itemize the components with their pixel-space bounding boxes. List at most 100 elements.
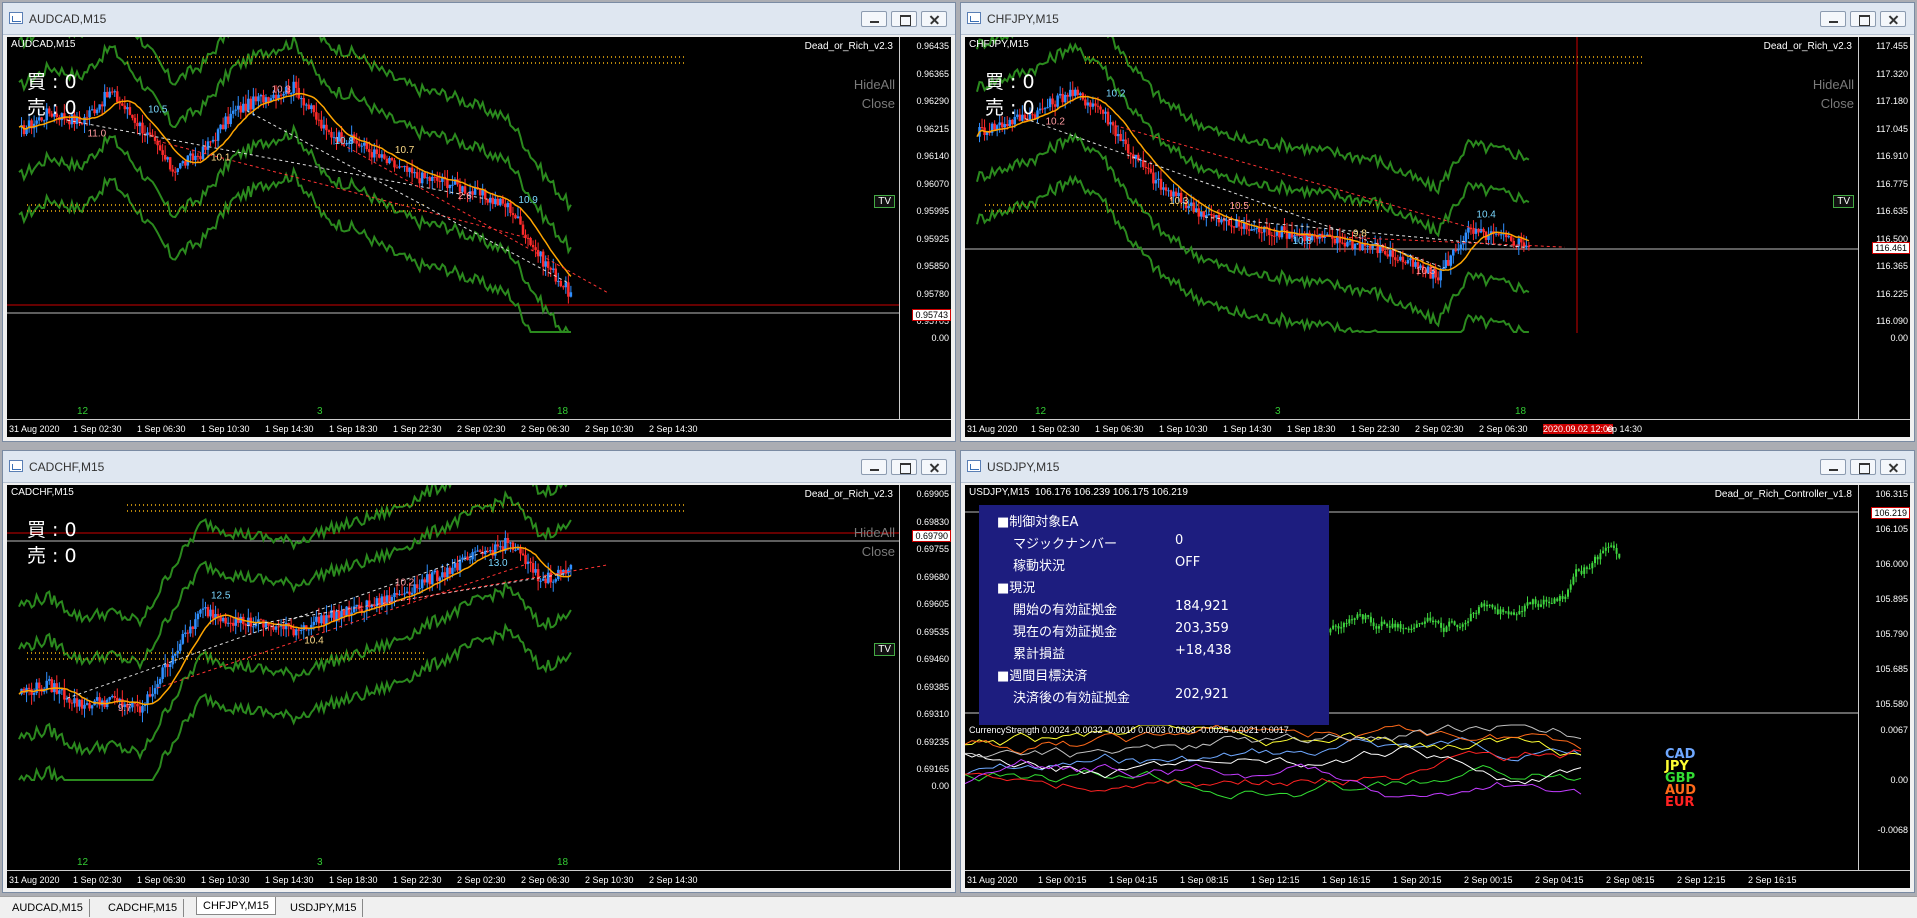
candle-body	[211, 139, 215, 142]
close-trade-button[interactable]: Close	[854, 542, 895, 561]
time-axis: 31 Aug 2020 1 Sep 00:15 1 Sep 04:15 1 Sep 0…	[965, 870, 1910, 888]
price-tick: 0.69905	[916, 489, 949, 499]
candle-body	[1436, 277, 1440, 281]
maximize-button[interactable]	[1850, 459, 1876, 475]
price-tick: 0.95780	[916, 288, 949, 299]
trade-link-line	[336, 141, 608, 293]
currency-strength-line	[965, 737, 1582, 776]
time-tick: 1 Sep 14:30	[265, 875, 314, 885]
maximize-button[interactable]	[891, 11, 917, 27]
price-tick: 0.96215	[916, 123, 949, 134]
candle-body	[383, 154, 386, 159]
currency-strength-line	[965, 744, 1582, 785]
sell-count: 売 : 0	[27, 97, 77, 119]
hideall-button[interactable]: HideAll	[854, 75, 895, 94]
current-price-marker: 0.69790	[912, 530, 951, 542]
candle-body	[998, 122, 1001, 126]
candle-body	[360, 145, 363, 147]
price-chart[interactable]: 9.7 12.5 10.4 10.2 13.0 CADCHF,M15 Dead_or_R…	[7, 485, 951, 888]
price-tick: 105.685	[1875, 664, 1908, 674]
candle-body	[1364, 615, 1367, 620]
time-tick: 2 Sep 16:15	[1748, 875, 1797, 885]
chart-window-audcad[interactable]: AUDCAD,M15 11.0 10.5 10.1 10.3 10.8 10.7 2.6 10…	[2, 2, 956, 442]
time-tick: 1 Sep 02:30	[73, 875, 122, 885]
chart-window-usdjpy[interactable]: USDJPY,M15 USDJPY,M15 106.176 106.239 10…	[960, 450, 1915, 893]
time-tick: 2 Sep 02:30	[457, 424, 506, 434]
window-titlebar[interactable]: USDJPY,M15	[961, 451, 1914, 483]
minimize-button[interactable]	[861, 11, 887, 27]
close-button[interactable]	[921, 459, 947, 475]
close-button[interactable]	[921, 11, 947, 27]
chart-symbol-label: CADCHF,M15	[11, 487, 74, 498]
close-button[interactable]	[1880, 459, 1906, 475]
tab-chfjpy[interactable]: CHFJPY,M15	[196, 897, 276, 915]
tv-button[interactable]: TV	[874, 195, 895, 208]
price-tick: 106.000	[1875, 559, 1908, 569]
price-tick: 105.895	[1875, 594, 1908, 604]
tab-audcad[interactable]: AUDCAD,M15	[6, 899, 90, 917]
hideall-button[interactable]: HideAll	[854, 523, 895, 542]
candle-body	[1389, 250, 1392, 257]
price-chart[interactable]: 10.2 10.2 10.3 10.5 10.8 9.8 10.3 10.4 CHFJPY,M…	[965, 37, 1910, 437]
candle-body	[443, 572, 447, 578]
candle-body	[214, 139, 217, 141]
candle-body	[1061, 93, 1064, 103]
chart-window-cadchf[interactable]: CADCHF,M15 9.7 12.5 10.4 10.2 13.0 CADCHF,M1…	[2, 450, 956, 893]
candle-body	[194, 619, 197, 630]
candle-body	[1510, 612, 1513, 615]
candle-body	[564, 282, 568, 288]
candle-body	[292, 81, 295, 94]
candle-body	[1383, 621, 1386, 625]
hideall-button[interactable]: HideAll	[1813, 75, 1854, 94]
candle-body	[1413, 627, 1416, 629]
start-equity-label: 開始の有効証拠金	[1013, 603, 1118, 618]
candle-body	[176, 168, 180, 173]
time-tick: 31 Aug 2020	[967, 875, 1018, 885]
candle-body	[529, 561, 532, 564]
cumulative-pl-label: 累計損益	[1013, 647, 1066, 662]
chart-window-chfjpy[interactable]: CHFJPY,M15 10.2 10.2 10.3 10.5 10.8 9.8 10.3 10…	[960, 2, 1915, 442]
minimize-button[interactable]	[861, 459, 887, 475]
candle-body	[1074, 89, 1077, 96]
candle-body	[1604, 547, 1607, 551]
close-button[interactable]	[1880, 11, 1906, 27]
price-chart[interactable]: USDJPY,M15 106.176 106.239 106.175 106.2…	[965, 485, 1910, 888]
candle-body	[473, 551, 477, 553]
time-tick: 1 Sep 18:30	[1287, 424, 1336, 434]
candle-body	[171, 655, 174, 665]
candle-body	[116, 91, 119, 103]
indicator-tick: 0.0067	[1880, 725, 1908, 735]
candle-body	[1383, 250, 1387, 255]
candle-body	[1157, 178, 1160, 181]
candle-body	[252, 96, 255, 110]
candle-body	[1456, 624, 1459, 628]
candle-body	[1111, 122, 1115, 126]
cumulative-pl-value: +18,438	[1175, 643, 1232, 658]
candle-body	[1612, 545, 1615, 548]
tab-cadchf[interactable]: CADCHF,M15	[102, 899, 185, 917]
candle-body	[1523, 605, 1526, 612]
currency-strength-line	[965, 759, 1582, 798]
close-trade-button[interactable]: Close	[854, 94, 895, 113]
close-trade-button[interactable]: Close	[1813, 94, 1854, 113]
window-titlebar[interactable]: AUDCAD,M15	[3, 3, 955, 35]
candle-body	[410, 592, 414, 595]
candle-body	[1534, 599, 1537, 604]
minimize-button[interactable]	[1820, 11, 1846, 27]
time-tick: 1 Sep 10:30	[201, 875, 250, 885]
minimize-button[interactable]	[1820, 459, 1846, 475]
maximize-button[interactable]	[1850, 11, 1876, 27]
candle-body	[1089, 102, 1092, 107]
trade-pip-label: 10.7	[395, 145, 415, 156]
candle-body	[1499, 234, 1503, 236]
tv-button[interactable]: TV	[874, 643, 895, 656]
tv-button[interactable]: TV	[1833, 195, 1854, 208]
window-titlebar[interactable]: CHFJPY,M15	[961, 3, 1914, 35]
magic-number-value: 0	[1175, 533, 1184, 548]
tab-usdjpy[interactable]: USDJPY,M15	[284, 899, 364, 917]
window-titlebar[interactable]: CADCHF,M15	[3, 451, 955, 483]
maximize-button[interactable]	[891, 459, 917, 475]
candle-body	[1459, 626, 1461, 628]
price-chart[interactable]: 11.0 10.5 10.1 10.3 10.8 10.7 2.6 10.9 AUDCAD,M…	[7, 37, 951, 437]
candle-body	[496, 198, 500, 206]
